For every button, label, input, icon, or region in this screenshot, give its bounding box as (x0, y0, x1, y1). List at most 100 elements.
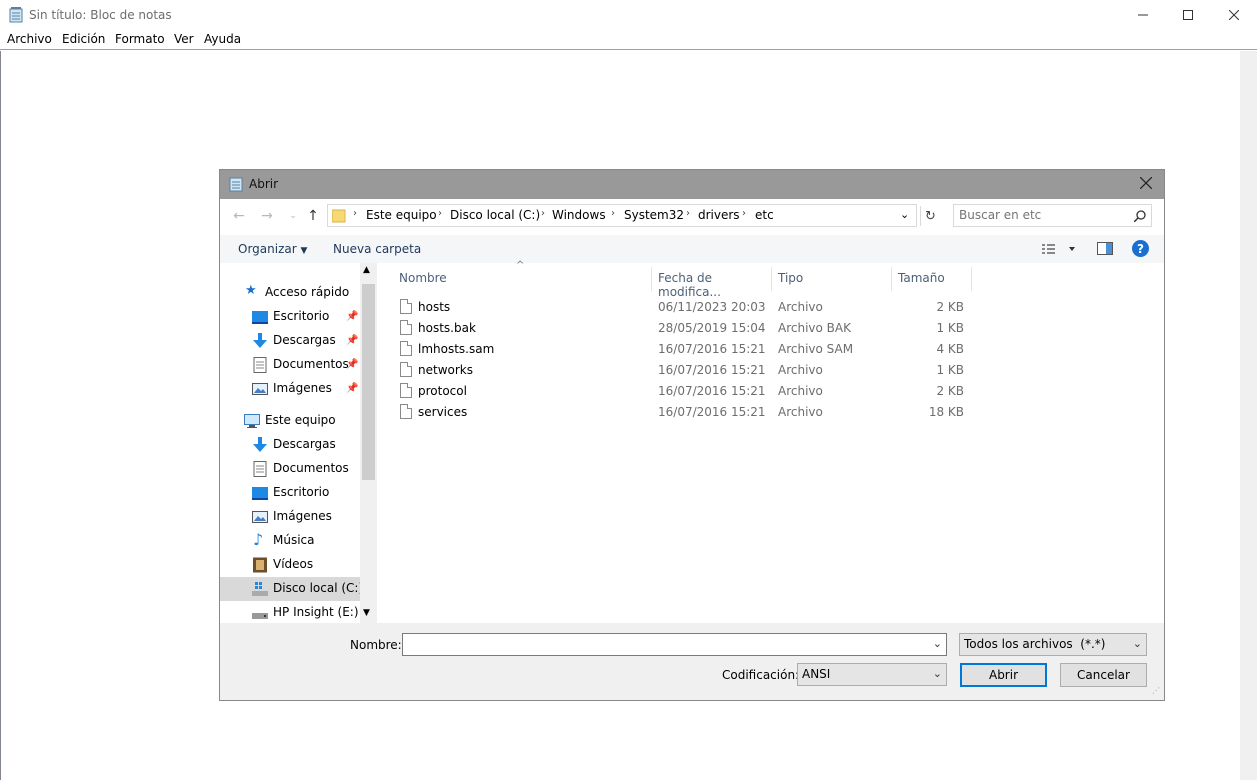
change-view-button[interactable] (1042, 241, 1078, 257)
close-button[interactable] (1211, 0, 1257, 30)
nav-pc-escritorio[interactable]: Escritorio (220, 481, 360, 505)
arrow-up-icon: ↑ (307, 208, 319, 224)
navigation-pane: ★ Acceso rápido Escritorio 📌 Descargas 📌… (220, 263, 377, 623)
nav-label: Documentos (273, 357, 349, 371)
navigation-bar: ← → ⌄ ↑ › Este equipo › Disco local (C:)… (220, 199, 1164, 235)
nav-quick-descargas[interactable]: Descargas 📌 (220, 329, 360, 353)
nav-pc-disco-local[interactable]: Disco local (C:) (220, 577, 363, 601)
search-box[interactable] (953, 204, 1152, 227)
nav-pc-videos[interactable]: Vídeos (220, 553, 360, 577)
nav-pc-documentos[interactable]: Documentos (220, 457, 360, 481)
breadcrumb-separator: › (742, 208, 746, 219)
close-icon (1229, 10, 1239, 20)
forward-button[interactable]: → (258, 207, 276, 225)
nav-label: Imágenes (273, 381, 332, 395)
editor-scrollbar[interactable] (1240, 51, 1257, 780)
breadcrumb-drivers[interactable]: drivers (698, 208, 740, 222)
menu-edicion[interactable]: Edición (62, 32, 105, 46)
file-type: Archivo (778, 405, 823, 419)
file-type-filter-value: Todos los archivos (*.*) (964, 637, 1106, 651)
column-label: Fecha de modifica... (658, 271, 721, 299)
file-row[interactable]: hosts.bak 28/05/2019 15:04 Archivo BAK 1… (378, 318, 1164, 339)
file-name: hosts.bak (418, 321, 476, 335)
column-nombre[interactable]: Nombre (393, 267, 652, 291)
minimize-button[interactable] (1120, 0, 1166, 30)
column-tipo[interactable]: Tipo (772, 267, 892, 291)
file-name: protocol (418, 384, 467, 398)
filename-combobox[interactable]: ⌄ (402, 633, 947, 656)
pictures-icon (252, 511, 268, 523)
file-row[interactable]: services 16/07/2016 15:21 Archivo 18 KB (378, 402, 1164, 423)
file-icon (400, 341, 412, 356)
column-label: Tipo (778, 271, 804, 285)
breadcrumb-windows[interactable]: Windows (552, 208, 606, 222)
file-date: 16/07/2016 15:21 (658, 342, 766, 356)
nav-quick-access[interactable]: ★ Acceso rápido (220, 281, 360, 305)
address-bar[interactable]: › Este equipo › Disco local (C:) › Windo… (327, 204, 917, 227)
music-icon: ♪ (253, 530, 264, 549)
menu-formato[interactable]: Formato (115, 32, 165, 46)
notepad-icon (9, 7, 23, 23)
file-date: 16/07/2016 15:21 (658, 384, 766, 398)
pin-icon: 📌 (346, 383, 359, 394)
file-row[interactable]: lmhosts.sam 16/07/2016 15:21 Archivo SAM… (378, 339, 1164, 360)
column-fecha[interactable]: Fecha de modifica... (652, 267, 772, 299)
new-folder-button[interactable]: Nueva carpeta (333, 242, 421, 256)
encoding-select[interactable]: ANSI ⌄ (797, 663, 947, 686)
file-type: Archivo (778, 363, 823, 377)
breadcrumb-separator: › (611, 208, 615, 219)
menu-archivo[interactable]: Archivo (7, 32, 52, 46)
nav-label: Imágenes (273, 509, 332, 523)
file-date: 16/07/2016 15:21 (658, 405, 766, 419)
arrow-left-icon: ← (233, 208, 245, 224)
organize-label: Organizar (238, 242, 297, 256)
breadcrumb-system32[interactable]: System32 (624, 208, 684, 222)
nav-label: Vídeos (273, 557, 314, 571)
breadcrumb-etc[interactable]: etc (755, 208, 774, 222)
nav-scrollbar-thumb[interactable] (362, 284, 375, 480)
nav-quick-documentos[interactable]: Documentos 📌 (220, 353, 360, 377)
file-row[interactable]: hosts 06/11/2023 20:03 Archivo 2 KB (378, 297, 1164, 318)
minimize-icon (1138, 14, 1148, 16)
nav-pc-imagenes[interactable]: Imágenes (220, 505, 360, 529)
resize-grip-icon[interactable]: ⋰ (1152, 686, 1160, 695)
breadcrumb-este-equipo[interactable]: Este equipo (366, 208, 437, 222)
open-button[interactable]: Abrir (960, 663, 1047, 687)
nav-este-equipo[interactable]: Este equipo (220, 409, 360, 433)
dropdown-arrow-icon: ▼ (300, 246, 308, 256)
file-type-filter[interactable]: Todos los archivos (*.*) ⌄ (959, 633, 1147, 656)
address-dropdown-button[interactable]: ⌄ (900, 208, 909, 221)
nav-pc-musica[interactable]: ♪ Música (220, 529, 360, 553)
scroll-up-icon[interactable]: ▲ (363, 265, 370, 275)
file-row[interactable]: networks 16/07/2016 15:21 Archivo 1 KB (378, 360, 1164, 381)
up-button[interactable]: ↑ (304, 207, 322, 225)
file-size: 18 KB (928, 405, 964, 419)
back-button[interactable]: ← (230, 207, 248, 225)
window-title: Sin título: Bloc de notas (29, 8, 172, 22)
organize-button[interactable]: Organizar ▼ (238, 242, 307, 256)
file-type: Archivo (778, 384, 823, 398)
chevron-down-icon[interactable]: ⌄ (933, 637, 942, 650)
recent-locations-button[interactable]: ⌄ (284, 207, 302, 225)
dialog-close-button[interactable] (1139, 176, 1154, 191)
nav-pc-descargas[interactable]: Descargas (220, 433, 360, 457)
cancel-button[interactable]: Cancelar (1060, 663, 1147, 687)
file-row[interactable]: protocol 16/07/2016 15:21 Archivo 2 KB (378, 381, 1164, 402)
breadcrumb-disco-local[interactable]: Disco local (C:) (450, 208, 540, 222)
help-button[interactable]: ? (1132, 240, 1149, 257)
encoding-value: ANSI (802, 667, 831, 681)
menu-ayuda[interactable]: Ayuda (204, 32, 241, 46)
maximize-button[interactable] (1165, 0, 1211, 30)
scroll-down-icon[interactable]: ▼ (363, 608, 370, 618)
column-tamano[interactable]: Tamaño (892, 267, 972, 291)
nav-quick-imagenes[interactable]: Imágenes 📌 (220, 377, 360, 401)
nav-pc-hp-insight[interactable]: HP Insight (E:) (220, 601, 360, 625)
chevron-down-icon: ⌄ (289, 211, 297, 221)
search-input[interactable] (959, 208, 1129, 222)
nav-quick-escritorio[interactable]: Escritorio 📌 (220, 305, 360, 329)
folder-icon (332, 209, 346, 223)
menu-ver[interactable]: Ver (174, 32, 194, 46)
star-icon: ★ (245, 283, 257, 298)
refresh-button[interactable]: ↻ (920, 206, 940, 226)
preview-pane-button[interactable] (1097, 242, 1113, 256)
